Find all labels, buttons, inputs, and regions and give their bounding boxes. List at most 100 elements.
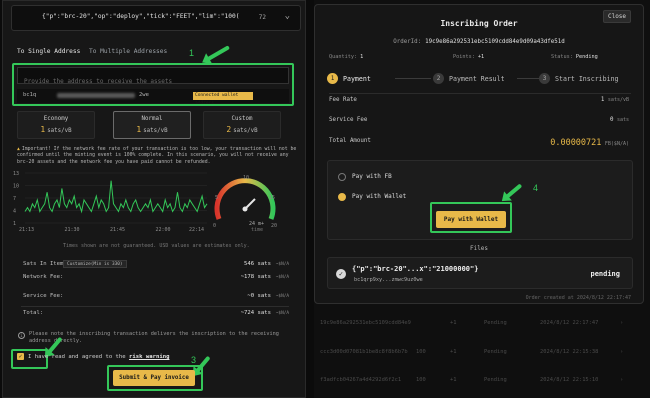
- marker-3: 3: [191, 355, 197, 365]
- submit-pay-invoice-button[interactable]: Submit & Pay invoice: [113, 370, 195, 386]
- modal-title: Inscribing Order: [440, 19, 518, 28]
- service-fee-value: ~0 sats: [247, 293, 271, 299]
- file-status: pending: [590, 270, 620, 278]
- step-3-label: Start Inscribing: [555, 75, 619, 83]
- agree-checkbox[interactable]: ✓: [17, 353, 24, 360]
- inscription-json-bar[interactable]: {"p":"brc-20","op":"deploy","tick":"FEET…: [11, 5, 301, 31]
- marker-4: 4: [533, 183, 539, 193]
- agree-label: I have read and agreed to the risk warni…: [28, 354, 169, 360]
- pay-fb-label[interactable]: Pay with FB: [352, 173, 392, 180]
- gauge-svg: 0 5 10 15 20 24 m+ time: [213, 175, 277, 233]
- fee-economy-card[interactable]: Economy 1 sats/vB: [17, 111, 95, 139]
- chart-x-tick: 21:13: [19, 227, 34, 233]
- chevron-right-icon[interactable]: ›: [620, 377, 623, 383]
- points-label: Points:: [453, 54, 475, 60]
- step-connector: [395, 78, 431, 79]
- risk-warning-link[interactable]: risk warning: [129, 354, 169, 360]
- check-icon: ✓: [336, 269, 346, 279]
- bg-order-id: f3adfcb04267a4d4292d6f2c1: [320, 377, 402, 383]
- sats-in-item-usd: ~$N/A: [275, 262, 289, 267]
- chart-disclaimer: Times shown are not guaranteed. USD valu…: [63, 243, 250, 249]
- quantity-field: Quantity: 1: [329, 54, 363, 60]
- status-label: Status:: [551, 54, 573, 60]
- total-amount-value: 0.00000721: [550, 138, 602, 148]
- bg-order-id: 19c9e86a292531ebc5109cdd84e9: [320, 320, 411, 326]
- background-order-row[interactable]: f3adfcb04267a4d4292d6f2c1 100 +1 Pending…: [320, 377, 640, 387]
- agree-text: I have read and agreed to the: [28, 354, 126, 360]
- total-usd: ~$N/A: [275, 311, 289, 316]
- radio-pay-wallet[interactable]: [338, 193, 346, 201]
- order-created-at: Order created at 2024/8/12 22:17:47: [525, 295, 631, 301]
- inscription-count: 72: [258, 14, 266, 21]
- bg-order-status: Pending: [484, 377, 507, 383]
- file-address: bc1qrp9xy...zmwc9uz0we: [354, 277, 423, 283]
- bg-order-points: +1: [450, 320, 457, 326]
- chart-x-tick: 22:00: [156, 227, 171, 233]
- wallet-badge: Connected wallet address: [193, 92, 253, 106]
- tab-single-address[interactable]: To Single Address: [17, 48, 80, 55]
- chart-x-tick: 21:30: [65, 227, 80, 233]
- quantity-value: 1: [360, 54, 364, 60]
- network-fee-value: ~178 sats: [240, 274, 271, 280]
- annotation-arrow-1: [205, 45, 230, 62]
- sats-in-item-row: Sats In Item: Customize(Min is 330) 546 …: [23, 260, 289, 271]
- pay-wallet-label[interactable]: Pay with Wallet: [352, 193, 406, 200]
- fee-economy-unit: sats/vB: [47, 128, 72, 134]
- info-icon: i: [18, 332, 25, 339]
- total-row: Total: ~724 sats ~$N/A: [23, 310, 289, 320]
- total-amount-row: Total Amount 0.00000721 FB($N/A): [329, 138, 629, 148]
- service-fee-row: Service Fee: ~0 sats ~$N/A: [23, 293, 289, 303]
- customize-button[interactable]: Customize(Min is 330): [63, 260, 127, 268]
- fee-rate-row: Fee Rate 1 sats/vB: [329, 97, 629, 107]
- fee-custom-card[interactable]: Custom 2 sats/vB: [203, 111, 281, 139]
- address-input-wrapper[interactable]: [17, 67, 289, 89]
- fee-custom-unit: sats/vB: [233, 128, 258, 134]
- tab-multiple-addresses[interactable]: To Multiple Addresses: [89, 48, 167, 55]
- background-order-row[interactable]: ccc3d00d07081b1be8c8f8b6b7b 100 +1 Pendi…: [320, 349, 640, 359]
- bg-order-points: +1: [450, 349, 457, 355]
- fee-normal-unit: sats/vB: [143, 128, 168, 134]
- chevron-right-icon[interactable]: ›: [620, 349, 623, 355]
- wallet-address-suffix: 2we: [139, 92, 149, 98]
- step-2-label: Payment Result: [449, 75, 505, 83]
- receive-address-input[interactable]: [18, 74, 288, 89]
- connected-wallet-row[interactable]: bc1q 2we Connected wallet address: [17, 89, 289, 106]
- bg-order-id: ccc3d00d07081b1be8c8f8b6b7b: [320, 349, 408, 355]
- fee-rate-value: 1: [600, 97, 605, 103]
- chevron-right-icon[interactable]: ›: [620, 320, 623, 326]
- bg-order-date: 2024/8/12 22:15:10: [540, 377, 599, 383]
- background-order-row[interactable]: 19c9e86a292531ebc5109cdd84e9 +1 Pending …: [320, 320, 640, 330]
- gauge-tick-10: 10: [243, 175, 249, 181]
- chart-y-tick: 4: [13, 209, 16, 215]
- fee-normal-value: 1: [136, 125, 142, 134]
- files-heading: Files: [469, 245, 489, 252]
- pay-with-wallet-button[interactable]: Pay with Wallet: [436, 211, 506, 228]
- total-amount-unit: FB($N/A): [604, 141, 629, 147]
- modal-service-fee-unit: sats: [616, 117, 629, 123]
- points-value: +1: [477, 54, 485, 60]
- step-connector: [517, 78, 539, 79]
- bg-order-qty: 100: [416, 349, 426, 355]
- close-button[interactable]: Close: [603, 10, 631, 23]
- service-fee-row: Service Fee 0 sats: [329, 117, 629, 127]
- network-fee-usd: ~$N/A: [275, 275, 289, 280]
- service-fee-usd: ~$N/A: [275, 294, 289, 299]
- chart-y-tick: 10: [13, 184, 19, 190]
- bg-order-status: Pending: [484, 349, 507, 355]
- order-id-label: OrderId:: [393, 39, 422, 45]
- wallet-address-redacted: [57, 93, 135, 98]
- modal-service-fee-value: 0: [609, 117, 614, 123]
- radio-pay-fb[interactable]: [338, 173, 346, 181]
- fee-economy-value: 1: [40, 125, 46, 134]
- bg-order-points: +1: [450, 377, 457, 383]
- file-item: ✓ {"p":"brc-20"...x":"21000000"} bc1qrp9…: [327, 257, 633, 289]
- chevron-down-icon[interactable]: ⌄: [285, 11, 290, 21]
- chart-y-tick: 13: [13, 171, 19, 177]
- network-fee-label: Network Fee:: [23, 274, 64, 280]
- fee-normal-card[interactable]: Normal 1 sats/vB: [113, 111, 191, 139]
- status-value: Pending: [575, 54, 598, 60]
- inscription-json-text: {"p":"brc-20","op":"deploy","tick":"FEET…: [42, 13, 240, 20]
- warning-icon: ▲: [17, 147, 20, 152]
- chart-x-tick: 21:45: [110, 227, 125, 233]
- sats-in-item-value: 546 sats: [244, 261, 271, 267]
